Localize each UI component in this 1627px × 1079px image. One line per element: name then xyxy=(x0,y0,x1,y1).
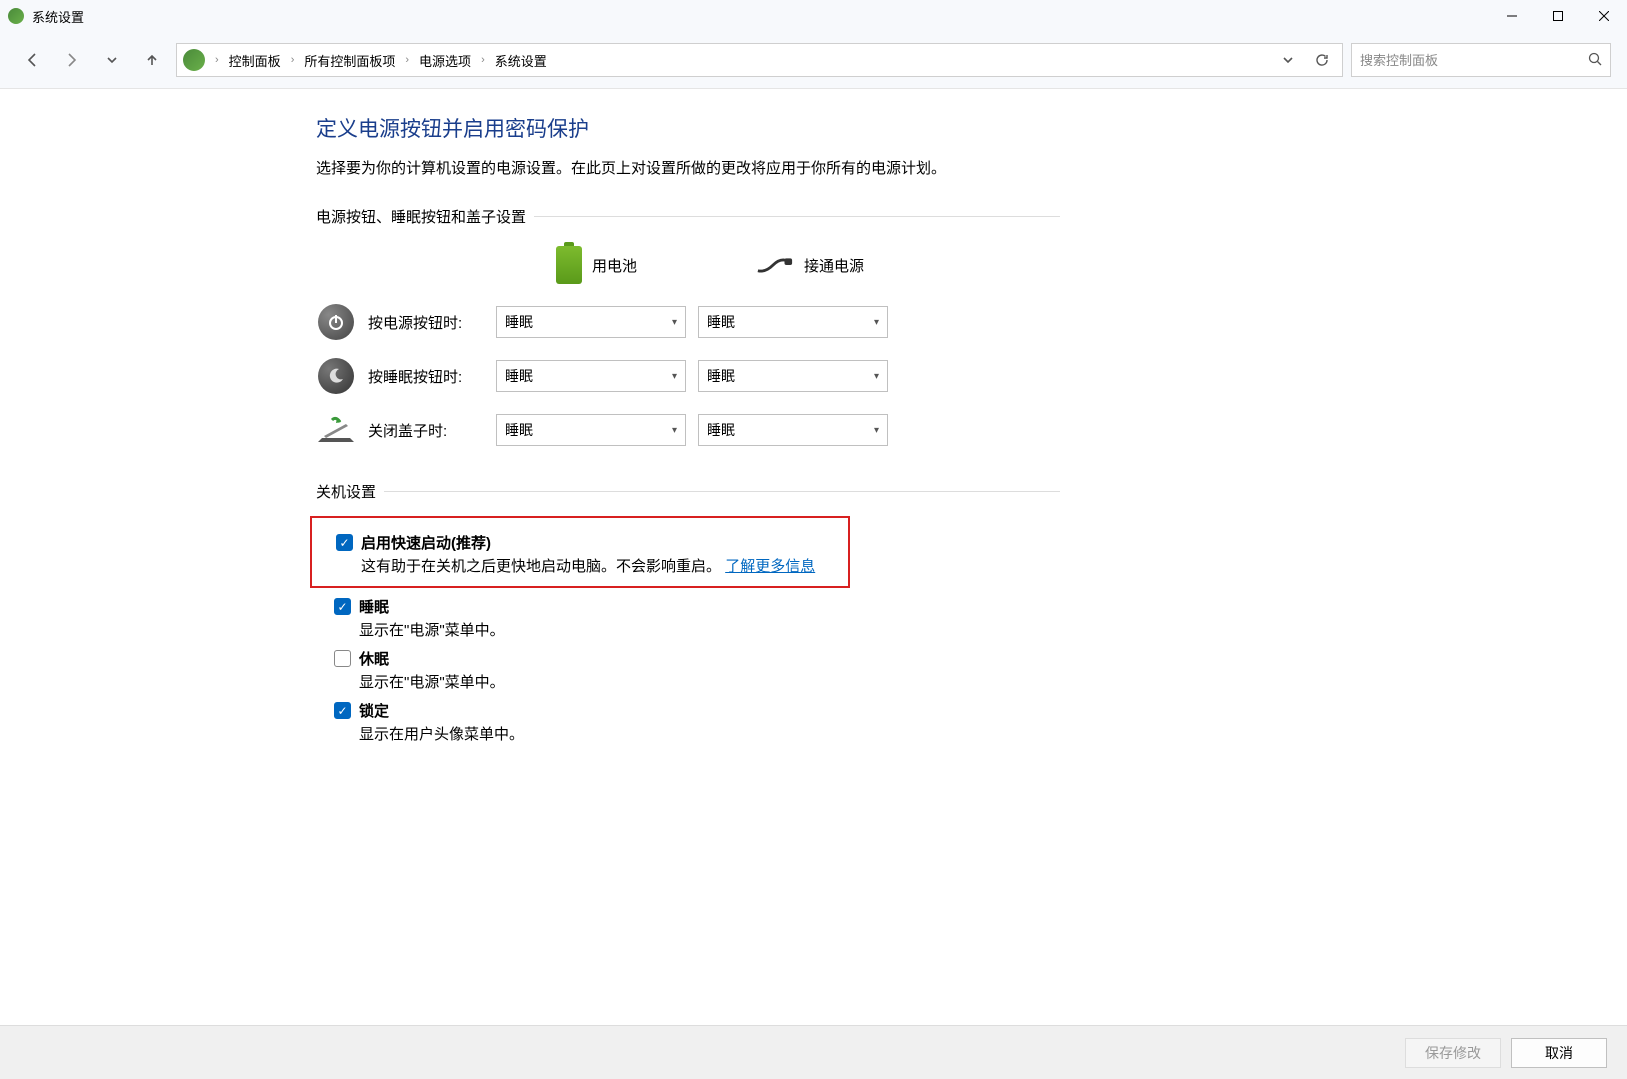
hibernate-option: 休眠 显示在"电源"菜单中。 xyxy=(316,648,1060,692)
chevron-right-icon: › xyxy=(405,54,409,66)
section-header-buttons: 电源按钮、睡眠按钮和盖子设置 xyxy=(316,206,1060,227)
select-value: 睡眠 xyxy=(505,312,533,332)
lock-checkbox[interactable]: ✓ xyxy=(334,702,351,719)
minimize-button[interactable] xyxy=(1489,0,1535,32)
search-input[interactable] xyxy=(1360,53,1588,68)
power-icon xyxy=(316,302,356,342)
maximize-button[interactable] xyxy=(1535,0,1581,32)
close-lid-ac-select[interactable]: 睡眠 ▾ xyxy=(698,414,888,446)
chevron-right-icon: › xyxy=(291,54,295,66)
plug-icon xyxy=(756,255,794,275)
power-button-ac-select[interactable]: 睡眠 ▾ xyxy=(698,306,888,338)
section-title: 关机设置 xyxy=(316,481,376,502)
close-lid-battery-select[interactable]: 睡眠 ▾ xyxy=(496,414,686,446)
close-lid-row: 关闭盖子时: 睡眠 ▾ 睡眠 ▾ xyxy=(316,403,1060,457)
chevron-down-icon: ▾ xyxy=(874,317,879,328)
save-button[interactable]: 保存修改 xyxy=(1405,1038,1501,1068)
column-ac-label: 接通电源 xyxy=(804,255,864,276)
breadcrumb-item[interactable]: 系统设置 xyxy=(489,47,553,74)
power-button-battery-select[interactable]: 睡眠 ▾ xyxy=(496,306,686,338)
nav-bar: › 控制面板 › 所有控制面板项 › 电源选项 › 系统设置 xyxy=(0,32,1627,88)
sleep-option: ✓ 睡眠 显示在"电源"菜单中。 xyxy=(316,596,1060,640)
refresh-button[interactable] xyxy=(1306,44,1338,76)
search-icon[interactable] xyxy=(1588,52,1602,69)
breadcrumb-item[interactable]: 电源选项 xyxy=(413,47,477,74)
chevron-right-icon: › xyxy=(481,54,485,66)
chevron-down-icon: ▾ xyxy=(874,425,879,436)
nav-recent-button[interactable] xyxy=(96,44,128,76)
fast-startup-label: 启用快速启动(推荐) xyxy=(361,532,491,553)
sleep-label: 睡眠 xyxy=(359,596,389,617)
divider xyxy=(534,216,1060,217)
page-description: 选择要为你的计算机设置的电源设置。在此页上对设置所做的更改将应用于你所有的电源计… xyxy=(316,157,1060,178)
chevron-down-icon: ▾ xyxy=(672,317,677,328)
cancel-button[interactable]: 取消 xyxy=(1511,1038,1607,1068)
breadcrumb-icon xyxy=(183,49,205,71)
lock-label: 锁定 xyxy=(359,700,389,721)
breadcrumb[interactable]: › 控制面板 › 所有控制面板项 › 电源选项 › 系统设置 xyxy=(176,43,1343,77)
breadcrumb-item[interactable]: 所有控制面板项 xyxy=(298,47,401,74)
search-box[interactable] xyxy=(1351,43,1611,77)
hibernate-label: 休眠 xyxy=(359,648,389,669)
section-header-shutdown: 关机设置 xyxy=(316,481,1060,502)
fast-startup-option: ✓ 启用快速启动(推荐) 这有助于在关机之后更快地启动电脑。不会影响重启。 了解… xyxy=(318,532,842,576)
power-settings-table: 用电池 接通电源 按电源按钮时: 睡眠 xyxy=(316,241,1060,457)
fast-startup-checkbox[interactable]: ✓ xyxy=(336,534,353,551)
title-bar: 系统设置 xyxy=(0,0,1627,32)
power-button-row: 按电源按钮时: 睡眠 ▾ 睡眠 ▾ xyxy=(316,295,1060,349)
window-controls xyxy=(1489,0,1627,32)
column-battery-label: 用电池 xyxy=(592,255,637,276)
chevron-right-icon: › xyxy=(215,54,219,66)
window-title: 系统设置 xyxy=(32,7,1489,26)
breadcrumb-dropdown-button[interactable] xyxy=(1272,44,1304,76)
select-value: 睡眠 xyxy=(505,366,533,386)
moon-icon xyxy=(316,356,356,396)
select-value: 睡眠 xyxy=(707,366,735,386)
app-icon xyxy=(8,8,24,24)
fast-startup-desc: 这有助于在关机之后更快地启动电脑。不会影响重启。 了解更多信息 xyxy=(361,555,842,576)
sleep-desc: 显示在"电源"菜单中。 xyxy=(359,619,1060,640)
sleep-button-ac-select[interactable]: 睡眠 ▾ xyxy=(698,360,888,392)
learn-more-link[interactable]: 了解更多信息 xyxy=(725,558,815,575)
sleep-button-row: 按睡眠按钮时: 睡眠 ▾ 睡眠 ▾ xyxy=(316,349,1060,403)
chevron-down-icon: ▾ xyxy=(874,371,879,382)
chevron-down-icon: ▾ xyxy=(672,425,677,436)
battery-icon xyxy=(556,246,582,284)
main-content: 定义电源按钮并启用密码保护 选择要为你的计算机设置的电源设置。在此页上对设置所做… xyxy=(0,88,1627,1025)
hibernate-checkbox[interactable] xyxy=(334,650,351,667)
chevron-down-icon: ▾ xyxy=(672,371,677,382)
select-value: 睡眠 xyxy=(505,420,533,440)
row-label: 关闭盖子时: xyxy=(368,420,496,441)
footer-bar: 保存修改 取消 xyxy=(0,1025,1627,1079)
select-value: 睡眠 xyxy=(707,312,735,332)
section-title: 电源按钮、睡眠按钮和盖子设置 xyxy=(316,206,526,227)
highlighted-region: ✓ 启用快速启动(推荐) 这有助于在关机之后更快地启动电脑。不会影响重启。 了解… xyxy=(310,516,850,588)
nav-back-button[interactable] xyxy=(16,44,48,76)
row-label: 按睡眠按钮时: xyxy=(368,366,496,387)
close-button[interactable] xyxy=(1581,0,1627,32)
breadcrumb-item[interactable]: 控制面板 xyxy=(223,47,287,74)
laptop-lid-icon xyxy=(316,410,356,450)
nav-up-button[interactable] xyxy=(136,44,168,76)
nav-forward-button[interactable] xyxy=(56,44,88,76)
page-title: 定义电源按钮并启用密码保护 xyxy=(316,113,1060,143)
sleep-checkbox[interactable]: ✓ xyxy=(334,598,351,615)
sleep-button-battery-select[interactable]: 睡眠 ▾ xyxy=(496,360,686,392)
hibernate-desc: 显示在"电源"菜单中。 xyxy=(359,671,1060,692)
column-ac: 接通电源 xyxy=(756,255,956,276)
lock-option: ✓ 锁定 显示在用户头像菜单中。 xyxy=(316,700,1060,744)
column-battery: 用电池 xyxy=(556,246,756,284)
row-label: 按电源按钮时: xyxy=(368,312,496,333)
divider xyxy=(384,491,1060,492)
select-value: 睡眠 xyxy=(707,420,735,440)
lock-desc: 显示在用户头像菜单中。 xyxy=(359,723,1060,744)
